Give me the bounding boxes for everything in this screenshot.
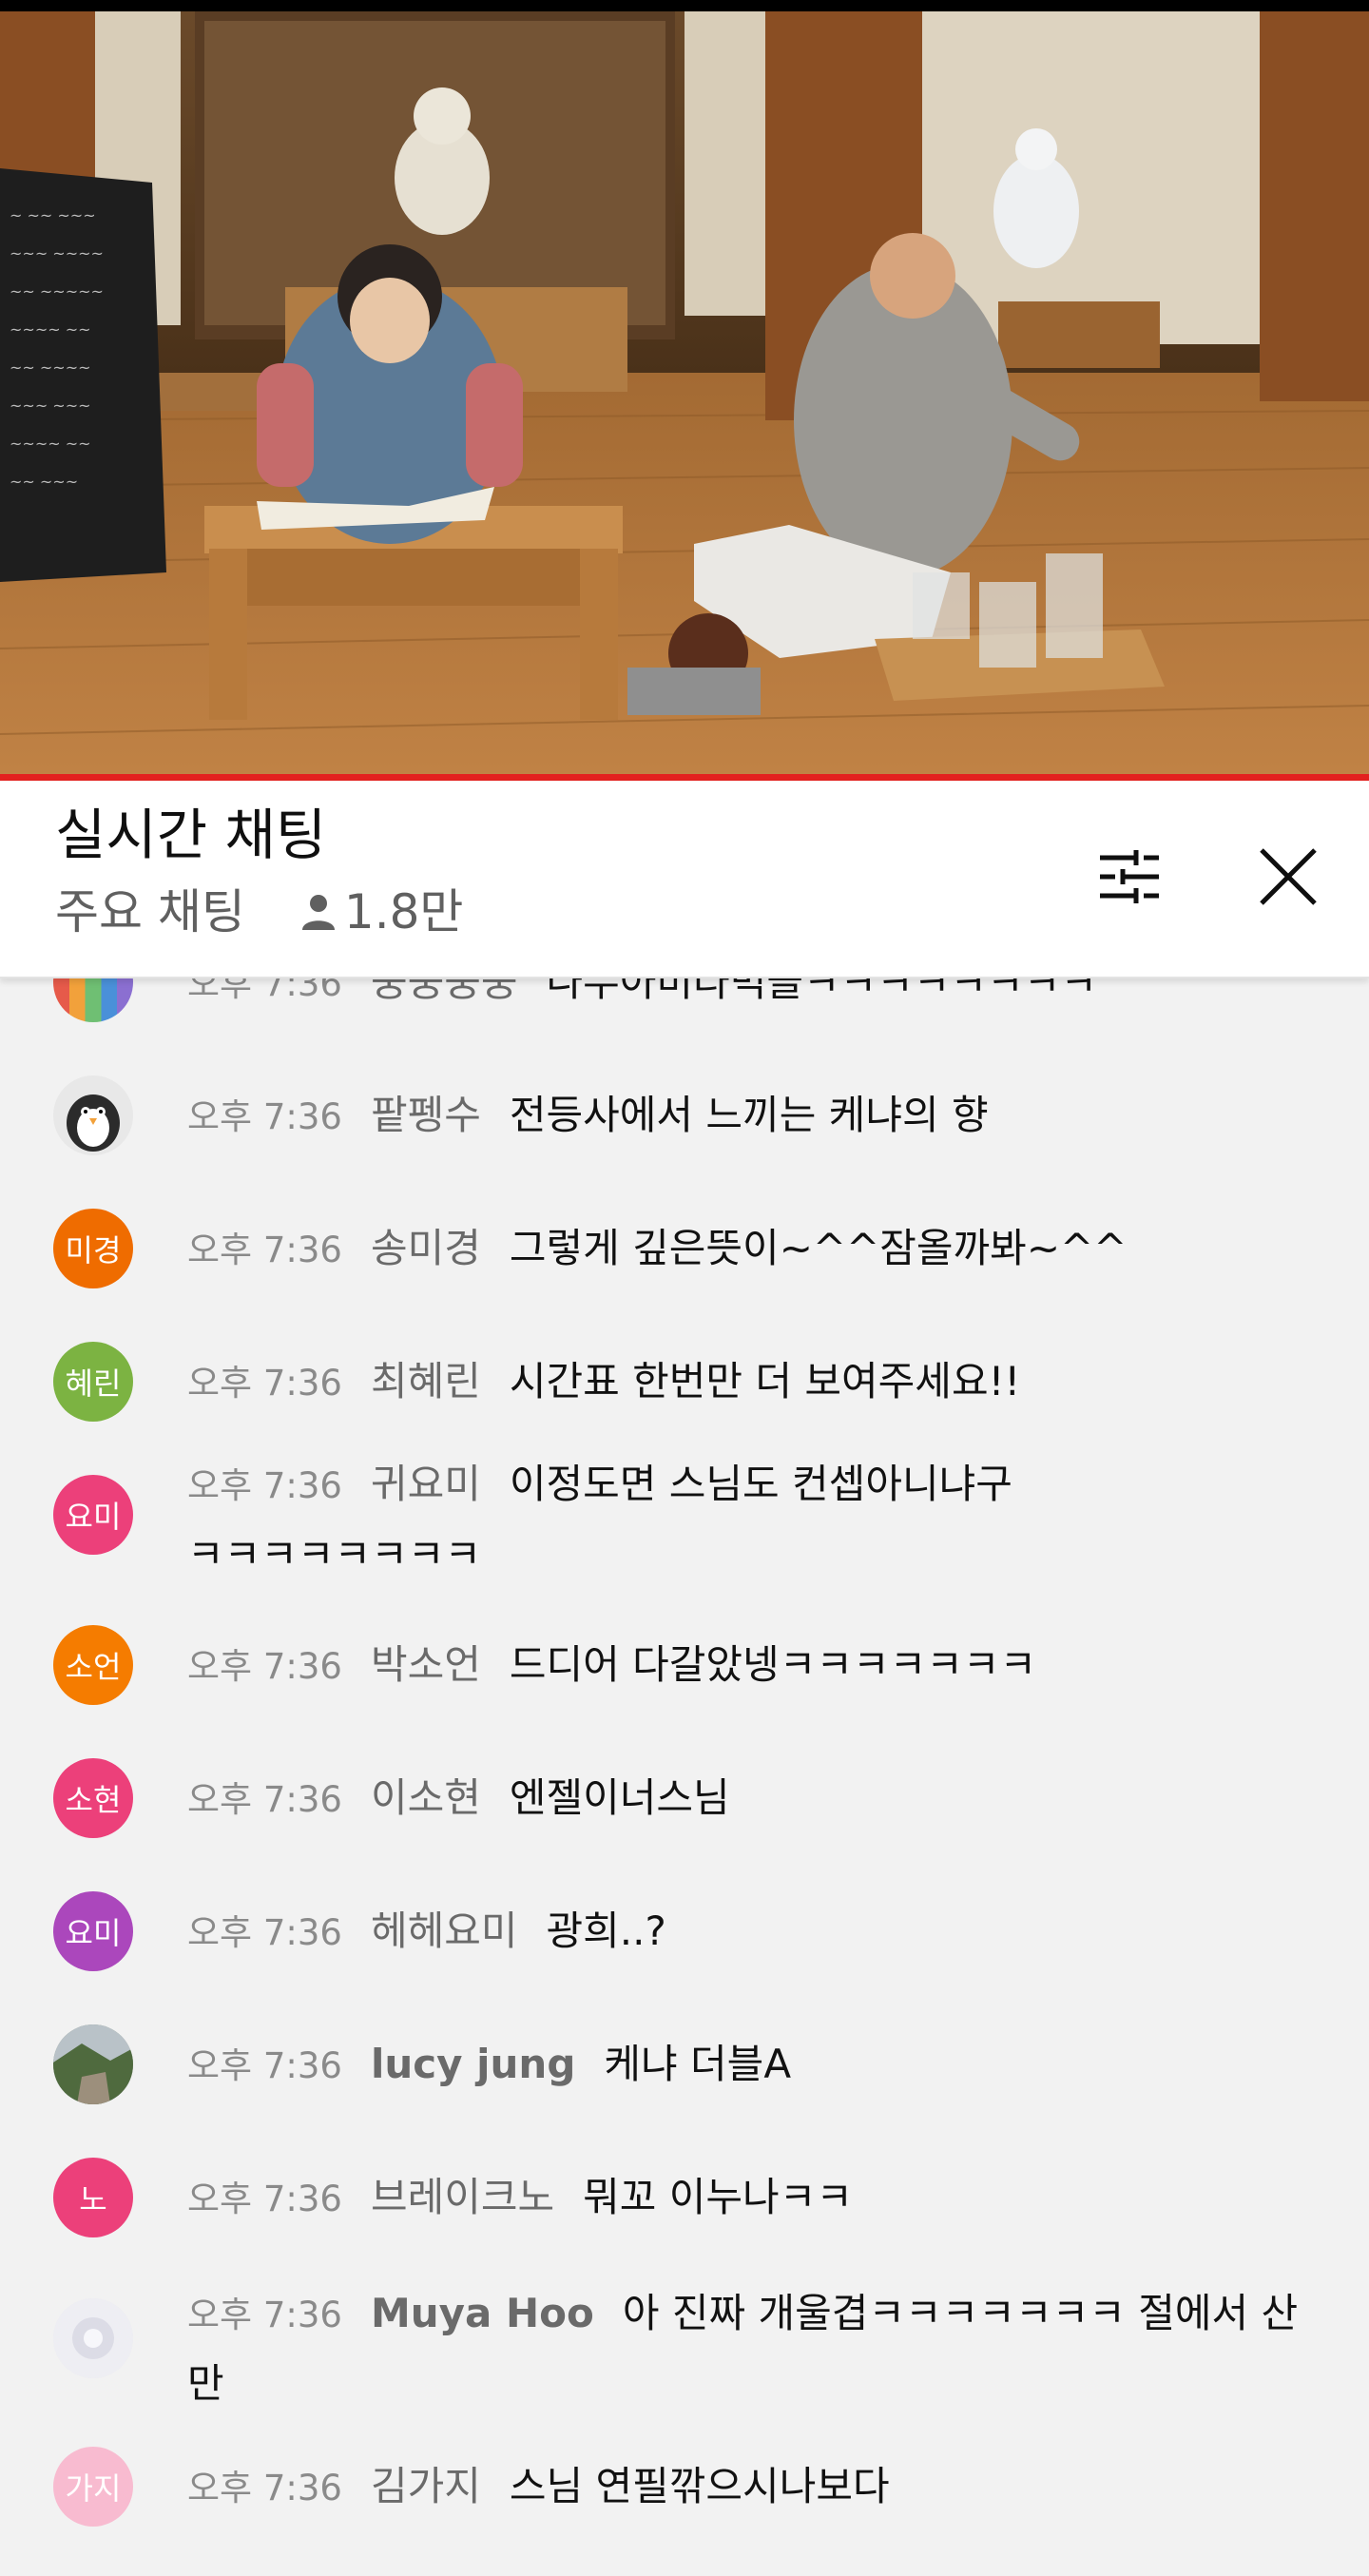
svg-text:~~~~ ~~: ~~~~ ~~: [10, 320, 91, 339]
message-author[interactable]: 브레이크노: [371, 2174, 554, 2220]
viewer-count-value: 1.8만: [343, 884, 464, 939]
message-line: 오후 7:36 헤헤요미 광희..?: [187, 1897, 1331, 1967]
message-time: 오후 7:36: [187, 1096, 342, 1137]
message-text: 케냐 더블A: [604, 2041, 792, 2087]
video-frame: ~ ~~ ~~~ ~~~ ~~~~ ~~ ~~~~~ ~~~~ ~~ ~~ ~~…: [0, 11, 1369, 774]
message-time: 오후 7:36: [187, 1465, 342, 1506]
message-line: 오후 7:36 이소현 엔젤이너스님: [187, 1764, 1331, 1834]
flower-avatar-icon: [53, 2298, 133, 2378]
landscape-avatar-icon: [53, 2024, 133, 2104]
avatar: 요미: [53, 1891, 133, 1971]
message-author[interactable]: 팥펭수: [371, 1092, 481, 1138]
message-line: 오후 7:36 lucy jung 케냐 더블A: [187, 2030, 1331, 2101]
avatar: 요미: [53, 1475, 133, 1555]
message-author[interactable]: 김가지: [371, 2463, 481, 2509]
person-icon: [301, 895, 335, 930]
message-time: 오후 7:36: [187, 1646, 342, 1687]
avatar: 혜린: [53, 1342, 133, 1422]
message-text: 광희..?: [546, 1908, 666, 1954]
viewer-count: 1.8만: [300, 884, 464, 939]
message-line: 오후 7:36 박소언 드디어 다갈았넹ㅋㅋㅋㅋㅋㅋㅋ: [187, 1631, 1331, 1701]
chat-message-list[interactable]: 오후 7:36 둥둥둥둥 나무아미타벅슬ㅋㅋㅋㅋㅋㅋㅋㅋ 오후 7:36 팥펭수 전등사…: [0, 978, 1369, 2576]
svg-text:~ ~~ ~~~: ~ ~~ ~~~: [10, 206, 96, 224]
message-line: 오후 7:36 둥둥둥둥 나무아미타벅슬ㅋㅋㅋㅋㅋㅋㅋㅋ: [187, 978, 1331, 1018]
message-time: 오후 7:36: [187, 2468, 342, 2508]
avatar: 소현: [53, 1758, 133, 1838]
message-time: 오후 7:36: [187, 978, 342, 1004]
message-author[interactable]: 헤헤요미: [371, 1908, 518, 1954]
message-text: 엔젤이너스님: [509, 1774, 730, 1821]
message-author[interactable]: Muya Hoo: [371, 2290, 594, 2336]
message-time: 오후 7:36: [187, 1912, 342, 1953]
message-author[interactable]: 최혜린: [371, 1358, 481, 1404]
chat-subheader: 주요 채팅 1.8만: [55, 888, 463, 936]
message-line: 오후 7:36 김가지 스님 연필깎으시나보다: [187, 2452, 1331, 2523]
message-author[interactable]: 귀요미: [371, 1461, 481, 1507]
video-progress-bar[interactable]: [0, 774, 1369, 781]
message-author[interactable]: 박소언: [371, 1641, 481, 1688]
message-text: 시간표 한번만 더 보여주세요!!: [509, 1358, 1021, 1404]
message-line: 오후 7:36 귀요미 이정도면 스님도 컨셉아니냐구 ㅋㅋㅋㅋㅋㅋㅋㅋ: [187, 1450, 1027, 1589]
avatar: 미경: [53, 1209, 133, 1288]
svg-text:~~ ~~~~: ~~ ~~~~: [10, 358, 91, 377]
chat-title: 실시간 채팅: [55, 803, 327, 867]
message-line: 오후 7:36 팥펭수 전등사에서 느끼는 케냐의 향: [187, 1081, 1331, 1152]
message-time: 오후 7:36: [187, 2045, 342, 2086]
tune-icon: [1100, 850, 1159, 903]
chat-header: 실시간 채팅 주요 채팅 1.8만: [0, 781, 1369, 978]
avatar: [53, 2298, 133, 2378]
status-strip: [0, 0, 1369, 11]
svg-text:~~~~ ~~: ~~~~ ~~: [10, 435, 91, 453]
message-time: 오후 7:36: [187, 2179, 342, 2219]
message-text: 뭐꼬 이누나ㅋㅋ: [583, 2174, 853, 2220]
avatar: [53, 978, 133, 1022]
svg-text:~~ ~~~~~: ~~ ~~~~~: [10, 282, 104, 300]
avatar: 소언: [53, 1625, 133, 1705]
svg-text:~~ ~~~: ~~ ~~~: [10, 473, 78, 491]
chat-close-button[interactable]: [1245, 834, 1331, 920]
svg-text:~~~ ~~~: ~~~ ~~~: [10, 397, 91, 415]
message-time: 오후 7:36: [187, 1363, 342, 1404]
message-line: 오후 7:36 Muya Hoo 아 진짜 개울겹ㅋㅋㅋㅋㅋㅋㅋ 절에서 산만: [187, 2279, 1321, 2418]
message-text: 아 진짜 개울겹ㅋㅋㅋㅋㅋㅋㅋ 절에서 산만: [187, 2290, 1299, 2407]
message-text: 전등사에서 느끼는 케냐의 향: [509, 1092, 989, 1138]
chat-filter-button[interactable]: [1087, 834, 1172, 920]
message-author[interactable]: 송미경: [371, 1225, 481, 1271]
svg-text:~~~ ~~~~: ~~~ ~~~~: [10, 244, 104, 262]
chat-mode-selector[interactable]: 주요 채팅: [55, 888, 245, 936]
avatar: [53, 1075, 133, 1155]
avatar: 노: [53, 2158, 133, 2237]
message-time: 오후 7:36: [187, 2295, 342, 2335]
message-author[interactable]: lucy jung: [371, 2041, 575, 2087]
message-line: 오후 7:36 브레이크노 뭐꼬 이누나ㅋㅋ: [187, 2163, 1331, 2234]
message-text: 나무아미타벅슬ㅋㅋㅋㅋㅋㅋㅋㅋ: [546, 978, 1098, 1005]
message-line: 오후 7:36 송미경 그렇게 깊은뜻이~^^잠올까봐~^^: [187, 1214, 1331, 1285]
message-text: 드디어 다갈았넹ㅋㅋㅋㅋㅋㅋㅋ: [509, 1641, 1037, 1688]
message-time: 오후 7:36: [187, 1779, 342, 1820]
message-text: 그렇게 깊은뜻이~^^잠올까봐~^^: [509, 1225, 1128, 1271]
avatar: 가지: [53, 2447, 133, 2527]
avatar: [53, 2024, 133, 2104]
message-time: 오후 7:36: [187, 1230, 342, 1270]
penguin-avatar-icon: [67, 1094, 120, 1152]
close-icon: [1260, 848, 1317, 905]
message-text: 스님 연필깎으시나보다: [509, 2463, 890, 2509]
message-author[interactable]: 이소현: [371, 1774, 481, 1821]
message-author[interactable]: 둥둥둥둥: [371, 978, 518, 1005]
video-player[interactable]: ~ ~~ ~~~ ~~~ ~~~~ ~~ ~~~~~ ~~~~ ~~ ~~ ~~…: [0, 0, 1369, 774]
message-line: 오후 7:36 최혜린 시간표 한번만 더 보여주세요!!: [187, 1347, 1331, 1418]
